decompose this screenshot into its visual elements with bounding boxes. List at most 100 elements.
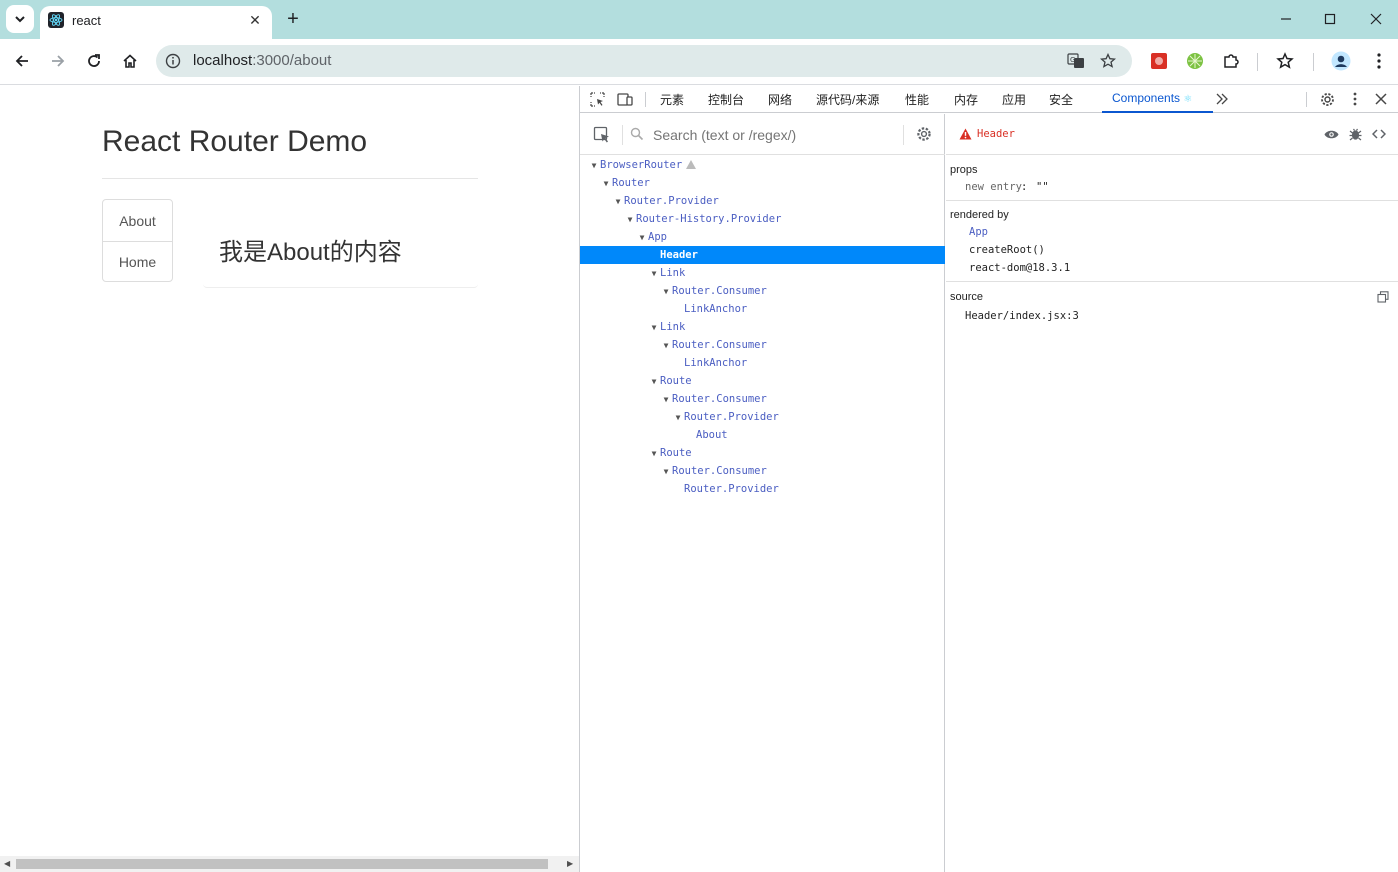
translate-icon[interactable]: G <box>1066 51 1086 71</box>
select-element-icon[interactable] <box>593 126 611 144</box>
tab-network[interactable]: 网络 <box>768 91 792 108</box>
tree-node[interactable]: Router.Provider <box>580 480 945 498</box>
prop-value[interactable]: "" <box>1036 181 1049 193</box>
browser-tab[interactable]: react ✕ <box>40 6 272 39</box>
extension-red-icon[interactable] <box>1145 47 1173 75</box>
reload-button[interactable] <box>80 47 108 75</box>
tree-node[interactable]: About <box>580 426 945 444</box>
tab-memory[interactable]: 内存 <box>954 91 978 108</box>
back-button[interactable] <box>8 47 36 75</box>
svg-text:G: G <box>1070 56 1075 64</box>
site-info-icon[interactable] <box>165 53 181 69</box>
collapse-arrow-icon[interactable]: ▼ <box>660 283 672 301</box>
forward-button[interactable] <box>44 47 72 75</box>
tab-elements[interactable]: 元素 <box>660 91 684 108</box>
tree-node[interactable]: LinkAnchor <box>580 354 945 372</box>
component-tree-pane: ▼BrowserRouter▼Router▼Router.Provider▼Ro… <box>580 114 945 872</box>
device-toolbar-icon[interactable] <box>616 90 634 108</box>
tree-node[interactable]: ▼ Router.Consumer <box>580 282 945 300</box>
tree-node[interactable]: ▼ Route <box>580 372 945 390</box>
section-divider <box>946 281 1398 282</box>
home-button[interactable] <box>116 47 144 75</box>
tab-console[interactable]: 控制台 <box>708 91 744 108</box>
address-bar[interactable]: localhost:3000/about G <box>156 45 1132 77</box>
minimize-button[interactable] <box>1274 8 1298 30</box>
inspect-dom-eye-icon[interactable] <box>1323 126 1339 142</box>
tree-node[interactable]: Header <box>580 246 945 264</box>
tree-node[interactable]: ▼ Link <box>580 318 945 336</box>
devtools-divider <box>1306 92 1307 107</box>
tab-sources[interactable]: 源代码/来源 <box>816 91 879 108</box>
tree-node[interactable]: ▼ Router.Consumer <box>580 336 945 354</box>
inspect-element-icon[interactable] <box>588 90 606 108</box>
more-tabs-icon[interactable] <box>1213 90 1231 108</box>
tree-node[interactable]: ▼ Route <box>580 444 945 462</box>
tree-node[interactable]: ▼ Router.Provider <box>580 408 945 426</box>
scroll-left-icon[interactable]: ◀ <box>4 860 12 868</box>
tab-application[interactable]: 应用 <box>1002 91 1026 108</box>
toolbar-divider <box>1257 53 1258 71</box>
rendered-by-title: rendered by <box>950 209 1009 221</box>
url-text[interactable]: localhost:3000/about <box>193 52 331 69</box>
tab-search-button[interactable] <box>6 5 34 33</box>
tab-security[interactable]: 安全 <box>1049 91 1073 108</box>
collapse-arrow-icon[interactable]: ▼ <box>648 265 660 283</box>
toolbar-divider <box>1313 53 1314 71</box>
collapse-arrow-icon[interactable]: ▼ <box>624 211 636 229</box>
maximize-button[interactable] <box>1318 8 1342 30</box>
copy-icon[interactable] <box>1377 291 1389 303</box>
scrollbar-thumb[interactable] <box>16 859 548 869</box>
tree-node-label: Router-History.Provider <box>636 213 782 225</box>
view-source-code-icon[interactable] <box>1371 126 1387 142</box>
component-inspector: Header props new entry : "" rendered by … <box>946 114 1398 872</box>
close-window-button[interactable] <box>1364 8 1388 30</box>
tree-node[interactable]: ▼ Router.Consumer <box>580 462 945 480</box>
bookmarks-icon[interactable] <box>1271 47 1299 75</box>
close-tab-icon[interactable]: ✕ <box>246 11 264 29</box>
collapse-arrow-icon[interactable]: ▼ <box>648 445 660 463</box>
collapse-arrow-icon[interactable]: ▼ <box>648 319 660 337</box>
tree-node-label: Link <box>660 321 686 333</box>
devtools-menu-icon[interactable] <box>1346 90 1364 108</box>
extension-lime-icon[interactable] <box>1181 47 1209 75</box>
tree-node[interactable]: ▼ Link <box>580 264 945 282</box>
tree-node[interactable]: ▼ Router.Provider <box>580 192 945 210</box>
nav-link-about[interactable]: About <box>103 200 172 241</box>
collapse-arrow-icon[interactable]: ▼ <box>660 463 672 481</box>
bookmark-star-icon[interactable] <box>1098 51 1118 71</box>
component-tree: ▼ BrowserRouter ▼ Router ▼ Router.Provider ▼ Ro… <box>580 156 945 498</box>
tree-node[interactable]: ▼ Router.Consumer <box>580 390 945 408</box>
collapse-arrow-icon[interactable]: ▼ <box>672 409 684 427</box>
scroll-right-icon[interactable]: ▶ <box>567 860 575 868</box>
rendered-by-app-link[interactable]: App <box>969 226 988 238</box>
active-tab-indicator <box>1102 111 1213 113</box>
tree-settings-gear-icon[interactable] <box>916 126 932 142</box>
tree-node[interactable]: ▼ Router-History.Provider <box>580 210 945 228</box>
collapse-arrow-icon[interactable]: ▼ <box>648 373 660 391</box>
tree-node[interactable]: ▼ Router <box>580 174 945 192</box>
tree-node[interactable]: LinkAnchor <box>580 300 945 318</box>
component-search-input[interactable] <box>653 127 893 143</box>
source-file[interactable]: Header/index.jsx:3 <box>965 310 1079 322</box>
collapse-arrow-icon[interactable]: ▼ <box>660 391 672 409</box>
profile-avatar-icon[interactable] <box>1327 47 1355 75</box>
collapse-arrow-icon[interactable]: ▼ <box>588 157 600 175</box>
chrome-menu-icon[interactable] <box>1365 47 1393 75</box>
close-devtools-icon[interactable] <box>1372 90 1390 108</box>
tab-performance[interactable]: 性能 <box>905 91 929 108</box>
log-to-console-bug-icon[interactable] <box>1347 126 1363 142</box>
react-logo-icon <box>48 12 64 28</box>
extensions-puzzle-icon[interactable] <box>1217 47 1245 75</box>
devtools-settings-icon[interactable] <box>1318 90 1336 108</box>
tab-components[interactable]: Components ⚛ <box>1112 91 1192 105</box>
prop-key[interactable]: new entry <box>965 181 1022 193</box>
horizontal-scrollbar[interactable]: ◀ ▶ <box>0 856 579 872</box>
collapse-arrow-icon[interactable]: ▼ <box>600 175 612 193</box>
tree-node[interactable]: ▼ BrowserRouter <box>580 156 945 174</box>
collapse-arrow-icon[interactable]: ▼ <box>660 337 672 355</box>
tree-node[interactable]: ▼ App <box>580 228 945 246</box>
collapse-arrow-icon[interactable]: ▼ <box>636 229 648 247</box>
collapse-arrow-icon[interactable]: ▼ <box>612 193 624 211</box>
new-tab-button[interactable]: + <box>282 8 304 30</box>
nav-link-home[interactable]: Home <box>103 241 172 282</box>
